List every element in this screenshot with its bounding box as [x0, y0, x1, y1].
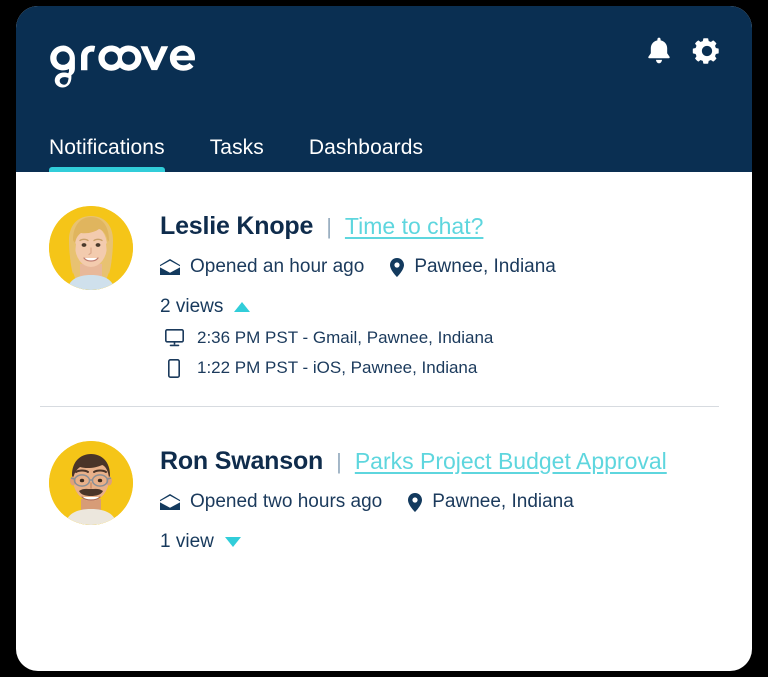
view-detail-row: 1:22 PM PST - iOS, Pawnee, Indiana: [160, 358, 752, 378]
tab-dashboards[interactable]: Dashboards: [309, 136, 423, 172]
subject-link[interactable]: Time to chat?: [345, 213, 483, 240]
notification-content: Ron Swanson | Parks Project Budget Appro…: [133, 441, 752, 553]
title-separator: |: [326, 214, 332, 239]
tab-bar: Notifications Tasks Dashboards: [49, 136, 423, 172]
caret-down-icon: [224, 537, 241, 547]
view-detail-text: 1:22 PM PST - iOS, Pawnee, Indiana: [197, 358, 478, 377]
groove-logo[interactable]: [49, 32, 219, 88]
tab-tasks[interactable]: Tasks: [210, 136, 264, 172]
tab-notifications[interactable]: Notifications: [49, 136, 165, 172]
views-toggle[interactable]: 1 view: [160, 531, 241, 553]
app-window: Notifications Tasks Dashboards Leslie Kn…: [16, 6, 752, 671]
location-status: Pawnee, Indiana: [390, 256, 556, 278]
location-text: Pawnee, Indiana: [432, 491, 574, 512]
bell-icon[interactable]: [646, 37, 672, 65]
view-detail-text: 2:36 PM PST - Gmail, Pawnee, Indiana: [197, 328, 494, 347]
notification-title-row: Ron Swanson | Parks Project Budget Appro…: [160, 447, 752, 476]
open-envelope-icon: [160, 494, 190, 510]
views-toggle[interactable]: 2 views: [160, 296, 251, 318]
notification-title-row: Leslie Knope | Time to chat?: [160, 212, 752, 241]
location-text: Pawnee, Indiana: [414, 256, 556, 277]
notification-item[interactable]: Ron Swanson | Parks Project Budget Appro…: [16, 407, 752, 553]
opened-status: Opened an hour ago: [160, 256, 364, 278]
tab-dashboards-label: Dashboards: [308, 136, 424, 159]
location-status: Pawnee, Indiana: [408, 491, 574, 513]
avatar[interactable]: [49, 206, 133, 290]
opened-text: Opened an hour ago: [190, 256, 365, 277]
subject-link[interactable]: Parks Project Budget Approval: [355, 448, 667, 475]
notification-list: Leslie Knope | Time to chat? Opened an h…: [16, 172, 752, 553]
gear-icon[interactable]: [692, 36, 722, 66]
opened-text: Opened two hours ago: [190, 491, 383, 512]
notification-meta-row: Opened an hour ago Pawnee, Indiana: [160, 256, 752, 278]
tab-tasks-label: Tasks: [209, 136, 264, 159]
notification-content: Leslie Knope | Time to chat? Opened an h…: [133, 206, 752, 378]
notification-meta-row: Opened two hours ago Pawnee, Indiana: [160, 491, 752, 513]
header-icon-group: [646, 36, 722, 66]
desktop-monitor-icon: [160, 329, 188, 347]
sender-name: Leslie Knope: [160, 212, 314, 240]
open-envelope-icon: [160, 259, 190, 275]
view-detail-row: 2:36 PM PST - Gmail, Pawnee, Indiana: [160, 328, 752, 348]
tab-notifications-label: Notifications: [49, 136, 165, 159]
views-count-label: 2 views: [160, 296, 224, 317]
title-separator: |: [336, 449, 342, 474]
opened-status: Opened two hours ago: [160, 491, 382, 513]
avatar[interactable]: [49, 441, 133, 525]
notification-item[interactable]: Leslie Knope | Time to chat? Opened an h…: [16, 172, 752, 378]
mobile-phone-icon: [160, 358, 188, 378]
sender-name: Ron Swanson: [160, 447, 324, 475]
app-header: Notifications Tasks Dashboards: [16, 6, 752, 172]
map-pin-icon: [390, 257, 414, 277]
view-detail-list: 2:36 PM PST - Gmail, Pawnee, Indiana 1:2…: [160, 328, 752, 378]
caret-up-icon: [234, 302, 251, 312]
map-pin-icon: [408, 492, 432, 512]
views-count-label: 1 view: [160, 531, 214, 552]
